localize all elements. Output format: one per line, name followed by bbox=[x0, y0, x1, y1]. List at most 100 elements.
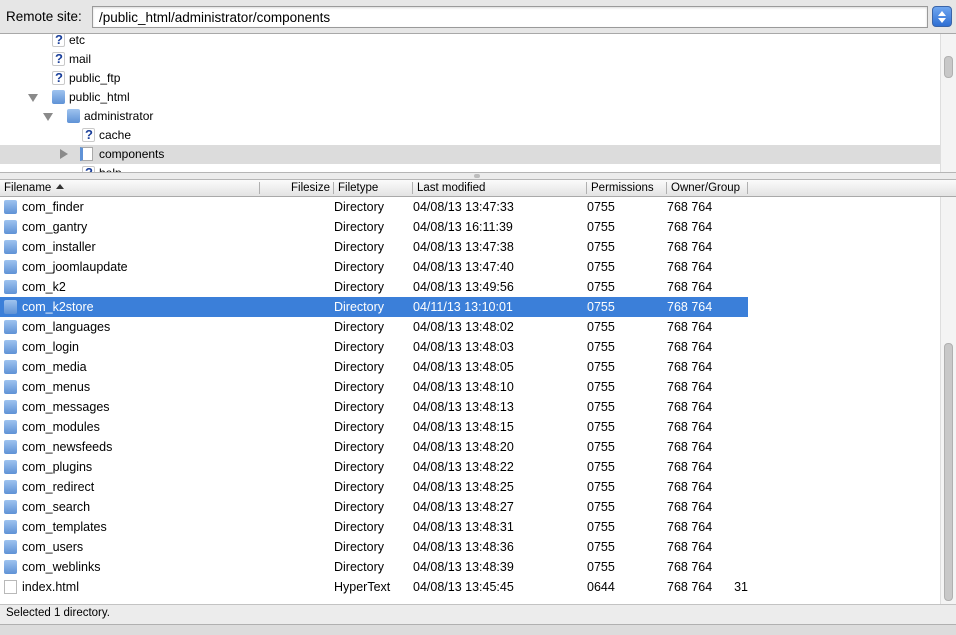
file-row[interactable]: com_installer Directory 04/08/13 13:47:38 0… bbox=[0, 237, 748, 257]
folder-icon bbox=[4, 440, 17, 454]
file-row[interactable]: com_weblinks Directory 04/08/13 13:48:39 07… bbox=[0, 557, 748, 577]
column-header-owner-group[interactable]: Owner/Group bbox=[671, 182, 740, 194]
remote-site-path-input[interactable]: /public_html/administrator/components bbox=[92, 6, 928, 28]
file-name: com_newsfeeds bbox=[22, 440, 113, 454]
file-list-scrollbar[interactable] bbox=[940, 197, 956, 604]
file-type: Directory bbox=[334, 480, 385, 494]
column-divider[interactable] bbox=[586, 182, 587, 194]
column-header-last-modified[interactable]: Last modified bbox=[417, 182, 485, 194]
disclosure-expanded-icon[interactable] bbox=[43, 113, 53, 121]
file-type: Directory bbox=[334, 200, 385, 214]
file-row[interactable]: com_finder Directory 04/08/13 13:47:33 0755… bbox=[0, 197, 748, 217]
splitter-handle[interactable] bbox=[474, 174, 480, 178]
file-permissions: 0755 bbox=[587, 540, 615, 554]
folder-icon bbox=[4, 460, 17, 474]
file-row[interactable]: com_redirect Directory 04/08/13 13:48:25 07… bbox=[0, 477, 748, 497]
file-type: Directory bbox=[334, 240, 385, 254]
folder-icon bbox=[4, 360, 17, 374]
file-modified: 04/08/13 13:48:39 bbox=[413, 560, 514, 574]
tree-item-components[interactable]: components bbox=[0, 145, 940, 164]
column-header-filetype[interactable]: Filetype bbox=[338, 182, 378, 194]
file-permissions: 0755 bbox=[587, 380, 615, 394]
file-row[interactable]: com_menus Directory 04/08/13 13:48:10 0755 7… bbox=[0, 377, 748, 397]
column-divider[interactable] bbox=[412, 182, 413, 194]
file-permissions: 0755 bbox=[587, 400, 615, 414]
column-divider[interactable] bbox=[666, 182, 667, 194]
disclosure-collapsed-icon[interactable] bbox=[60, 149, 68, 159]
file-modified: 04/08/13 13:48:15 bbox=[413, 420, 514, 434]
file-type: Directory bbox=[334, 220, 385, 234]
file-row[interactable]: index.html 31 HyperText 04/08/13 13:45:45 06… bbox=[0, 577, 748, 597]
tree-item-cache[interactable]: cache bbox=[0, 126, 940, 145]
file-permissions: 0755 bbox=[587, 500, 615, 514]
tree-item-administrator[interactable]: administrator bbox=[0, 107, 940, 126]
file-modified: 04/08/13 13:49:56 bbox=[413, 280, 514, 294]
tree-item-label: cache bbox=[99, 128, 132, 142]
column-divider[interactable] bbox=[333, 182, 334, 194]
folder-icon bbox=[4, 200, 17, 214]
folder-icon bbox=[4, 480, 17, 494]
tree-item-etc[interactable]: etc bbox=[0, 34, 940, 50]
file-permissions: 0755 bbox=[587, 220, 615, 234]
file-permissions: 0755 bbox=[587, 200, 615, 214]
file-row[interactable]: com_search Directory 04/08/13 13:48:27 0755… bbox=[0, 497, 748, 517]
file-row[interactable]: com_joomlaupdate Directory 04/08/13 13:47:… bbox=[0, 257, 748, 277]
column-header-filesize[interactable]: Filesize bbox=[260, 182, 330, 194]
file-type: Directory bbox=[334, 520, 385, 534]
file-permissions: 0755 bbox=[587, 360, 615, 374]
filezilla-remote-pane: Remote site: /public_html/administrator/… bbox=[0, 0, 956, 635]
file-row[interactable]: com_k2 Directory 04/08/13 13:49:56 0755 768 … bbox=[0, 277, 748, 297]
file-type: Directory bbox=[334, 360, 385, 374]
column-header-permissions[interactable]: Permissions bbox=[591, 182, 654, 194]
chevron-down-icon bbox=[938, 18, 946, 23]
file-name: com_languages bbox=[22, 320, 111, 334]
file-type: Directory bbox=[334, 540, 385, 554]
file-row[interactable]: com_gantry Directory 04/08/13 16:11:39 0755… bbox=[0, 217, 748, 237]
folder-icon bbox=[4, 220, 17, 234]
remote-directory-tree[interactable]: help components cache administrator public_h… bbox=[0, 34, 956, 173]
file-permissions: 0755 bbox=[587, 280, 615, 294]
file-row[interactable]: com_users Directory 04/08/13 13:48:36 0755 7… bbox=[0, 537, 748, 557]
file-modified: 04/08/13 13:47:38 bbox=[413, 240, 514, 254]
folder-icon bbox=[4, 240, 17, 254]
file-row[interactable]: com_login Directory 04/08/13 13:48:03 0755 7… bbox=[0, 337, 748, 357]
file-row[interactable]: com_newsfeeds Directory 04/08/13 13:48:20 0… bbox=[0, 437, 748, 457]
tree-item-public-ftp[interactable]: public_ftp bbox=[0, 69, 940, 88]
tree-scrollbar-thumb[interactable] bbox=[944, 56, 953, 78]
file-owner-group: 768 764 bbox=[667, 560, 713, 574]
file-row[interactable]: com_k2store Directory 04/11/13 13:10:01 075… bbox=[0, 297, 748, 317]
file-name: com_joomlaupdate bbox=[22, 260, 128, 274]
file-row[interactable]: com_modules Directory 04/08/13 13:48:15 075… bbox=[0, 417, 748, 437]
column-header-filename[interactable]: Filename bbox=[4, 182, 65, 194]
file-type: Directory bbox=[334, 460, 385, 474]
tree-item-public-html[interactable]: public_html bbox=[0, 88, 940, 107]
question-icon bbox=[52, 51, 65, 66]
remote-file-list[interactable]: Filename Filesize Filetype Last modified… bbox=[0, 180, 956, 604]
remote-site-bar: Remote site: /public_html/administrator/… bbox=[0, 0, 956, 34]
folder-icon bbox=[4, 260, 17, 274]
file-type: Directory bbox=[334, 500, 385, 514]
tree-scrollbar[interactable] bbox=[940, 34, 956, 172]
question-icon bbox=[52, 34, 65, 47]
file-owner-group: 768 764 bbox=[667, 300, 713, 314]
file-permissions: 0755 bbox=[587, 300, 615, 314]
file-row[interactable]: com_plugins Directory 04/08/13 13:48:22 075… bbox=[0, 457, 748, 477]
file-owner-group: 768 764 bbox=[667, 440, 713, 454]
file-owner-group: 768 764 bbox=[667, 320, 713, 334]
file-modified: 04/08/13 13:48:03 bbox=[413, 340, 514, 354]
file-row[interactable]: com_messages Directory 04/08/13 13:48:13 07… bbox=[0, 397, 748, 417]
file-row[interactable]: com_media Directory 04/08/13 13:48:05 0755 7… bbox=[0, 357, 748, 377]
file-name: com_redirect bbox=[22, 480, 95, 494]
file-row[interactable]: com_templates Directory 04/08/13 13:48:31 0… bbox=[0, 517, 748, 537]
file-name: com_k2store bbox=[22, 300, 94, 314]
pane-splitter[interactable] bbox=[0, 173, 956, 180]
file-row[interactable]: com_languages Directory 04/08/13 13:48:02 0… bbox=[0, 317, 748, 337]
file-name: index.html bbox=[22, 580, 79, 594]
tree-item-help[interactable]: help bbox=[0, 164, 940, 172]
remote-site-dropdown-button[interactable] bbox=[932, 6, 952, 27]
tree-item-mail[interactable]: mail bbox=[0, 50, 940, 69]
file-list-scrollbar-thumb[interactable] bbox=[944, 343, 953, 601]
disclosure-expanded-icon[interactable] bbox=[28, 94, 38, 102]
column-divider[interactable] bbox=[747, 182, 748, 194]
file-permissions: 0755 bbox=[587, 320, 615, 334]
